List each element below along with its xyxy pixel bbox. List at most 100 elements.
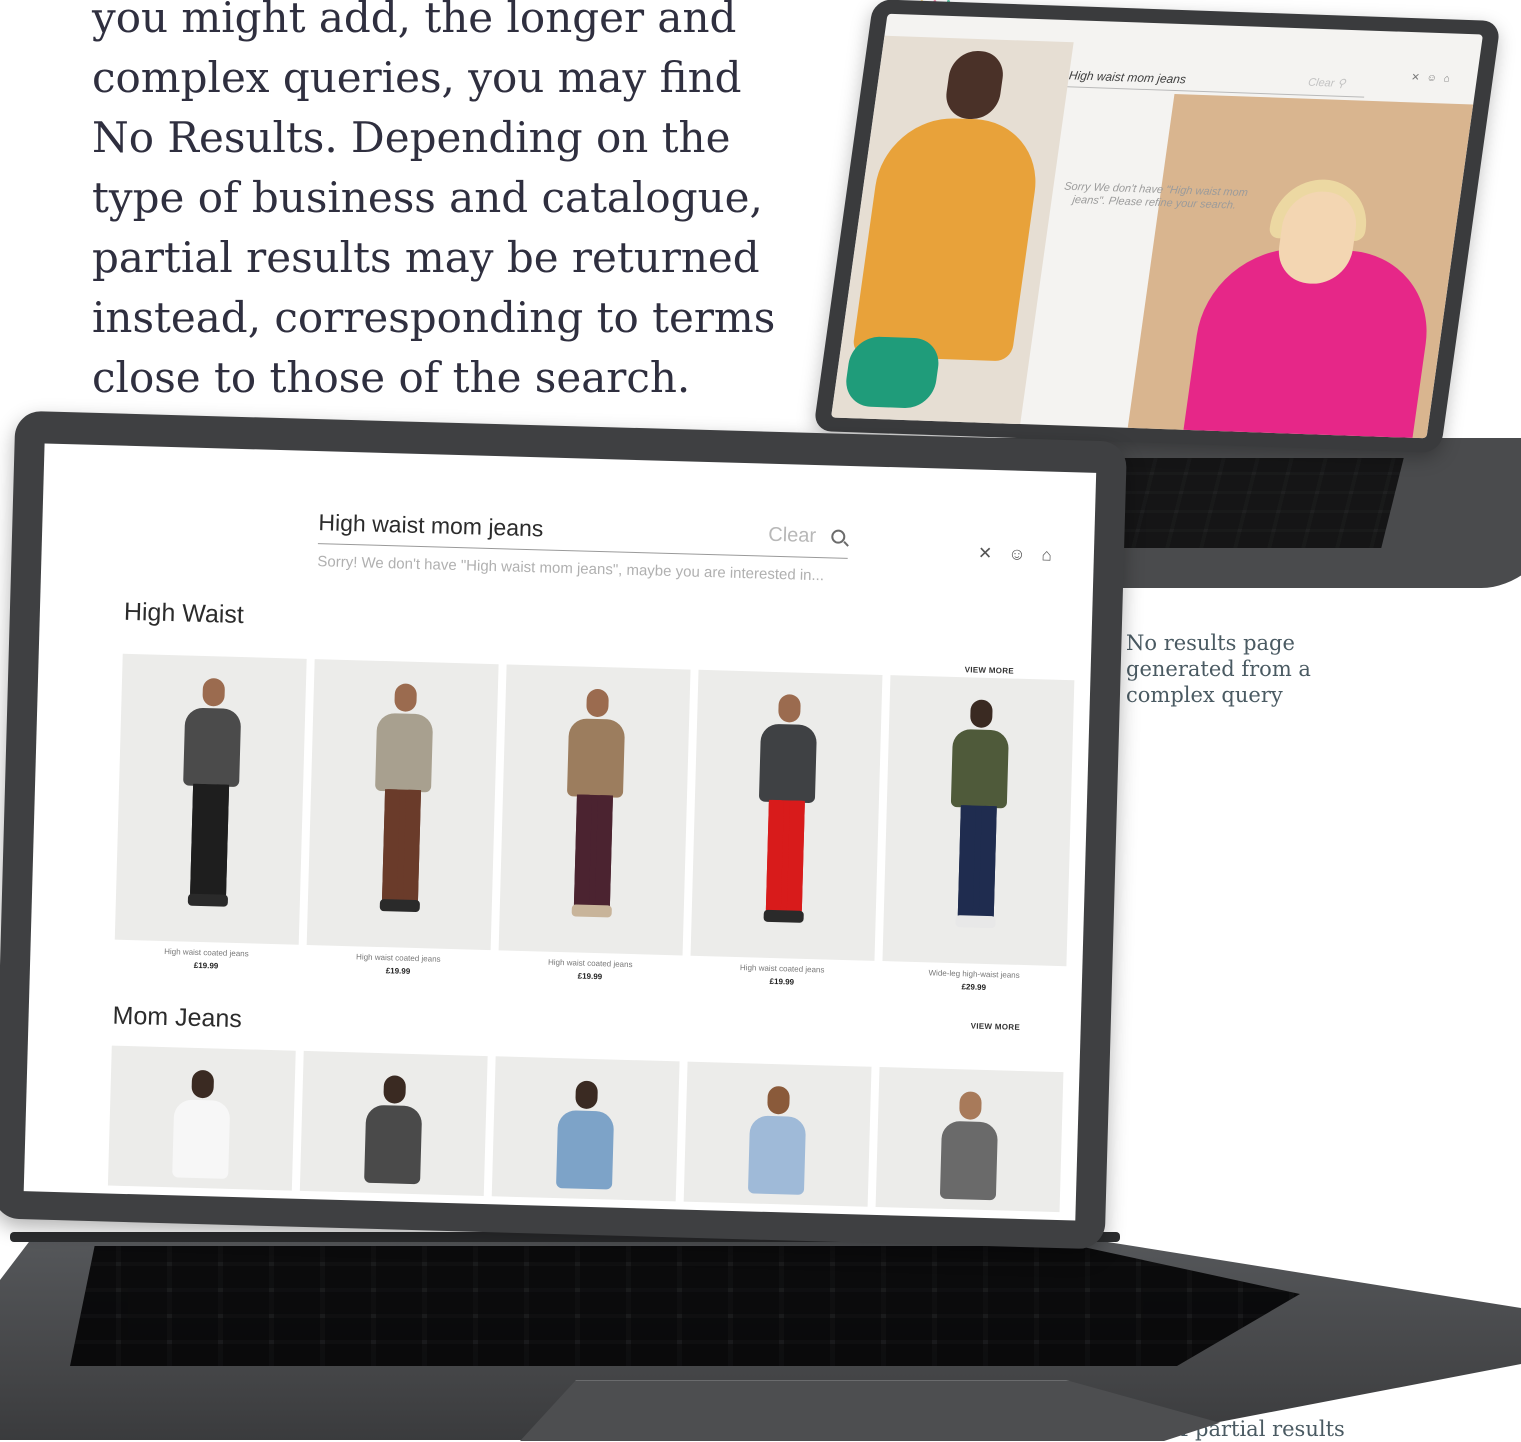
model-photo-orange-hoodie <box>831 35 1074 438</box>
model-top <box>183 707 242 788</box>
product-name[interactable]: High waist coated jeans <box>306 951 490 965</box>
close-icon[interactable]: ✕ <box>1410 72 1427 84</box>
model-top <box>939 1120 999 1201</box>
model-head <box>383 1075 407 1104</box>
product-name[interactable]: Wide-leg high-waist jeans <box>882 967 1066 981</box>
user-icon[interactable]: ☺ <box>1008 544 1026 564</box>
user-icon[interactable]: ☺ <box>1426 73 1445 85</box>
no-results-message: Sorry We don't have "High waist mom jean… <box>1063 180 1249 212</box>
model-head <box>202 677 226 707</box>
product-photo[interactable] <box>498 664 691 956</box>
model-shoes <box>379 899 420 913</box>
product-card[interactable] <box>491 1056 680 1202</box>
model-head <box>586 688 609 718</box>
search-icon: ⚲ <box>1336 77 1347 90</box>
section-title-mom-jeans: Mom Jeans <box>112 1001 243 1034</box>
header-icons: ✕ ☺ ⌂ <box>978 544 1052 566</box>
model-head <box>575 1080 599 1110</box>
product-photo[interactable] <box>299 1050 488 1197</box>
product-grid-mom-jeans <box>107 1045 1064 1213</box>
clear-button[interactable]: Clear ⚲ <box>1307 76 1346 90</box>
model-jeans <box>190 783 230 897</box>
intro-paragraph: you might add, the longer and complex qu… <box>92 0 812 408</box>
model-head <box>394 683 418 712</box>
product-name[interactable]: High waist coated jeans <box>114 946 298 960</box>
model-top <box>375 712 434 793</box>
keyboard <box>70 1246 1300 1366</box>
laptop-lid: High waist mom jeans Clear ⚲ ✕☺⌂ Sorry W… <box>813 0 1501 453</box>
product-card[interactable] <box>875 1067 1064 1213</box>
close-icon[interactable]: ✕ <box>978 544 993 564</box>
bag-icon[interactable]: ⌂ <box>1443 73 1458 84</box>
product-price: £19.99 <box>385 966 411 976</box>
search-input[interactable] <box>317 509 759 555</box>
search-icon[interactable] <box>831 529 846 544</box>
model-top <box>747 1115 807 1195</box>
product-card[interactable]: High waist coated jeans £19.99 <box>306 659 499 978</box>
product-price: £29.99 <box>961 982 987 992</box>
model-top <box>950 728 1009 809</box>
no-results-screen: High waist mom jeans Clear ⚲ ✕☺⌂ Sorry W… <box>831 13 1483 439</box>
product-photo[interactable] <box>107 1045 296 1191</box>
product-photo[interactable] <box>882 675 1075 967</box>
model-photo-pink-hoodie <box>1126 94 1474 439</box>
intro-line: you might add, the longer and <box>92 0 737 42</box>
product-card[interactable]: High waist coated jeans £19.99 <box>114 653 307 973</box>
model-head <box>767 1085 790 1115</box>
intro-line: instead, corresponding to terms <box>92 293 776 342</box>
model-head <box>959 1091 982 1120</box>
product-price: £19.99 <box>769 976 795 987</box>
model-top <box>556 1110 615 1190</box>
orange-hoodie <box>851 116 1045 362</box>
model-jeans <box>957 805 997 919</box>
model-head <box>191 1069 215 1099</box>
model-head <box>778 694 801 723</box>
product-photo[interactable] <box>306 659 499 951</box>
model-jeans <box>381 789 422 903</box>
partial-results-screen: Clear Sorry! We don't have "High waist m… <box>23 443 1097 1221</box>
green-bag <box>842 335 943 409</box>
product-photo[interactable] <box>683 1061 872 1207</box>
model-head <box>942 50 1007 120</box>
section-title-high-waist: High Waist <box>123 597 245 630</box>
model-shoes <box>187 893 229 907</box>
product-card[interactable]: High waist coated jeans £19.99 <box>498 664 691 983</box>
product-price: £19.99 <box>577 971 603 982</box>
product-card[interactable]: High waist coated jeans £19.99 <box>690 669 883 989</box>
laptop-lid: Clear Sorry! We don't have "High waist m… <box>0 410 1128 1250</box>
model-top <box>172 1099 231 1179</box>
search-bar: Clear Sorry! We don't have "High waist m… <box>317 509 849 584</box>
product-photo[interactable] <box>875 1067 1064 1213</box>
product-card[interactable]: Wide-leg high-waist jeans £29.99 <box>882 675 1075 994</box>
product-card[interactable] <box>299 1050 488 1197</box>
model-head <box>970 699 993 729</box>
intro-line: No Results. Depending on the <box>92 113 731 162</box>
header-icons: ✕☺⌂ <box>1410 72 1457 85</box>
clear-label: Clear <box>1307 76 1336 90</box>
view-more-link[interactable]: VIEW MORE <box>965 665 1015 675</box>
model-shoes <box>571 904 612 918</box>
product-name[interactable]: High waist coated jeans <box>498 956 682 970</box>
suggestion-message: Sorry! We don't have "High waist mom jea… <box>317 553 825 585</box>
intro-line: type of business and catalogue, <box>92 173 763 222</box>
laptop-partial-results: Clear Sorry! We don't have "High waist m… <box>0 410 1521 1441</box>
product-price: £19.99 <box>193 960 219 971</box>
model-top <box>566 718 626 798</box>
model-jeans <box>573 794 613 908</box>
product-photo[interactable] <box>491 1056 680 1202</box>
bag-icon[interactable]: ⌂ <box>1041 545 1052 565</box>
product-photo[interactable] <box>114 653 307 945</box>
model-top <box>758 723 818 804</box>
intro-line: partial results may be returned <box>92 233 760 282</box>
model-jeans <box>765 799 805 913</box>
clear-button[interactable]: Clear <box>768 524 816 548</box>
product-name[interactable]: High waist coated jeans <box>690 962 874 976</box>
model-top <box>364 1104 423 1185</box>
product-grid-high-waist: High waist coated jeans £19.99 High wais… <box>114 653 1075 994</box>
product-card[interactable] <box>683 1061 872 1207</box>
intro-line: complex queries, you may find <box>92 53 742 102</box>
view-more-link[interactable]: VIEW MORE <box>971 1022 1021 1032</box>
product-card[interactable] <box>107 1045 296 1191</box>
product-photo[interactable] <box>690 669 883 961</box>
model-shoes <box>955 915 996 929</box>
